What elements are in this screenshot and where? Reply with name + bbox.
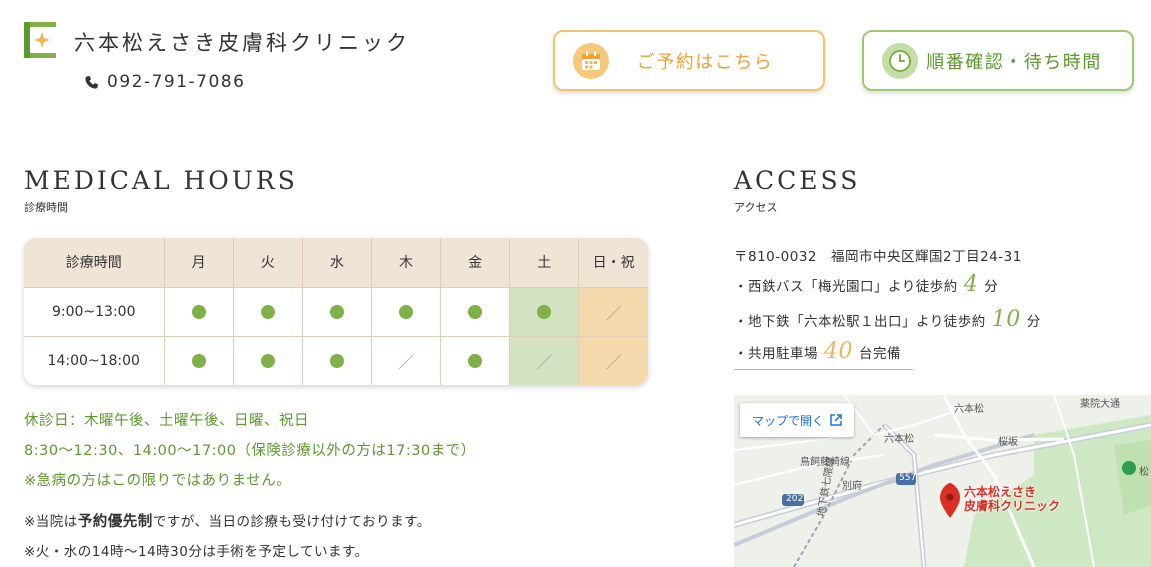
hours-row-time: 9:00~13:00 <box>24 286 164 337</box>
hours-cell <box>163 335 234 385</box>
map-label-betsufu: 別府 <box>842 481 862 492</box>
map-label-route557: 557 <box>899 473 917 483</box>
hours-cell <box>440 286 510 337</box>
parking-text: ・共用駐車場 <box>734 346 818 362</box>
subway-minutes: 10 <box>991 307 1021 332</box>
header-wed: 水 <box>301 238 372 287</box>
parking-underline <box>734 369 913 370</box>
bus-access-text: ・西鉄バス「梅光園口」より徒歩約 <box>734 279 958 295</box>
subway-access: ・地下鉄「六本松駅１出口」より徒歩約 10 分 <box>734 307 1041 332</box>
map-pin-label-line1: 六本松えさき <box>964 485 1037 499</box>
emergency-note: ※急病の方はこの限りではありません。 <box>24 473 292 489</box>
header-mon: 月 <box>163 238 234 287</box>
hours-table: 診療時間 月 火 水 木 金 土 日・祝 9:00~13:00 ／ 14:00~18… <box>24 238 648 385</box>
external-link-icon <box>830 414 842 426</box>
map-label-route202: 202 <box>786 494 804 504</box>
map-label-yakuin: 薬院大通 <box>1080 399 1120 410</box>
hours-cell <box>370 286 441 337</box>
parking-unit: 台完備 <box>859 346 901 362</box>
map-label-station: 六本松 <box>884 434 914 445</box>
clinic-logo[interactable] <box>24 22 56 58</box>
hours-cell: ／ <box>509 335 579 385</box>
map-label-rokuhonmatsu: 六本松 <box>954 404 984 415</box>
closed-slash-icon: ／ <box>397 352 414 372</box>
parking-count: 40 <box>824 339 853 364</box>
access-title: ACCESS <box>734 166 861 195</box>
clock-icon <box>882 42 918 79</box>
access-subtitle: アクセス <box>734 201 778 214</box>
map-label-matsu: 松 <box>1139 467 1149 478</box>
hours-cell: ／ <box>370 335 441 385</box>
open-dot-icon <box>191 353 206 368</box>
open-dot-icon <box>329 304 344 319</box>
open-dot-icon <box>260 304 275 319</box>
open-dot-icon <box>468 304 483 319</box>
reserve-button[interactable]: ご予約はこちら <box>553 30 825 91</box>
header-fri: 金 <box>440 238 510 287</box>
priority-note-pre: ※当院は <box>24 514 78 530</box>
open-map-label: マップで開く <box>751 413 824 428</box>
priority-note: ※当院は予約優先制ですが、当日の診療も受け付けております。 <box>24 510 431 531</box>
map-pin-label[interactable]: 六本松えさき 皮膚科クリニック <box>964 485 1060 513</box>
open-dot-icon <box>537 304 552 319</box>
surgery-note: ※火・水の14時〜14時30分は手術を予定しています。 <box>24 544 369 560</box>
hours-cell <box>301 286 372 337</box>
hours-row: 9:00~13:00 ／ <box>24 286 648 337</box>
map-label-sakurazaka: 桜坂 <box>998 437 1018 448</box>
hours-row-time: 14:00~18:00 <box>24 335 164 385</box>
hours-title: MEDICAL HOURS <box>24 166 298 195</box>
phone-number[interactable]: 092-791-7086 <box>84 72 245 92</box>
address: 〒810-0032 福岡市中央区輝国2丁目24-31 <box>734 249 1022 265</box>
subway-access-text: ・地下鉄「六本松駅１出口」より徒歩約 <box>734 314 986 330</box>
header-time: 診療時間 <box>24 238 164 287</box>
calendar-icon <box>573 42 609 79</box>
open-dot-icon <box>468 353 483 368</box>
closed-slash-icon: ／ <box>605 303 622 323</box>
clinic-name: 六本松えさき皮膚科クリニック <box>74 31 410 55</box>
bus-unit: 分 <box>984 279 999 295</box>
parking-info: ・共用駐車場 40 台完備 <box>734 339 901 364</box>
open-dot-icon <box>191 304 206 319</box>
priority-note-bold: 予約優先制 <box>77 514 153 530</box>
access-map[interactable]: マップで開く 六本松 薬院大通 六本松 桜坂 鳥飼藤崎線 別府 557 202 … <box>734 395 1151 567</box>
hours-cell <box>232 335 303 385</box>
hours-header-row: 診療時間 月 火 水 木 金 土 日・祝 <box>24 238 648 287</box>
open-dot-icon <box>329 353 344 368</box>
hours-subtitle: 診療時間 <box>24 201 68 214</box>
map-pin-label-line2: 皮膚科クリニック <box>964 499 1061 513</box>
open-dot-icon <box>398 304 413 319</box>
phone-text: 092-791-7086 <box>107 72 246 92</box>
subway-unit: 分 <box>1026 314 1041 330</box>
bus-access: ・西鉄バス「梅光園口」より徒歩約 4 分 <box>734 272 998 297</box>
bus-minutes: 4 <box>963 272 979 297</box>
open-map-button[interactable]: マップで開く <box>740 403 854 437</box>
open-dot-icon <box>260 353 275 368</box>
header-sat: 土 <box>509 238 579 287</box>
header-sun-holiday: 日・祝 <box>578 238 648 287</box>
phone-icon <box>85 75 99 89</box>
hours-row: 14:00~18:00 ／ ／ ／ <box>24 335 648 385</box>
hours-cell <box>232 286 303 337</box>
queue-status-button[interactable]: 順番確認・待ち時間 <box>862 30 1134 91</box>
header-tue: 火 <box>232 238 303 287</box>
hours-cell <box>163 286 234 337</box>
priority-note-post: ですが、当日の診療も受け付けております。 <box>152 514 431 530</box>
reserve-button-label: ご予約はこちら <box>636 51 774 73</box>
closed-slash-icon: ／ <box>605 352 622 372</box>
reception-times-note: 8:30〜12:30、14:00〜17:00（保険診療以外の方は17:30まで） <box>24 443 476 459</box>
hours-cell <box>301 335 372 385</box>
header-thu: 木 <box>370 238 441 287</box>
closed-slash-icon: ／ <box>536 352 553 372</box>
hours-cell <box>509 286 579 337</box>
closed-days-note: 休診日：木曜午後、土曜午後、日曜、祝日 <box>24 413 309 429</box>
queue-button-label: 順番確認・待ち時間 <box>926 51 1102 73</box>
hours-cell <box>440 335 510 385</box>
hours-cell: ／ <box>578 286 648 337</box>
hours-cell: ／ <box>578 335 648 385</box>
